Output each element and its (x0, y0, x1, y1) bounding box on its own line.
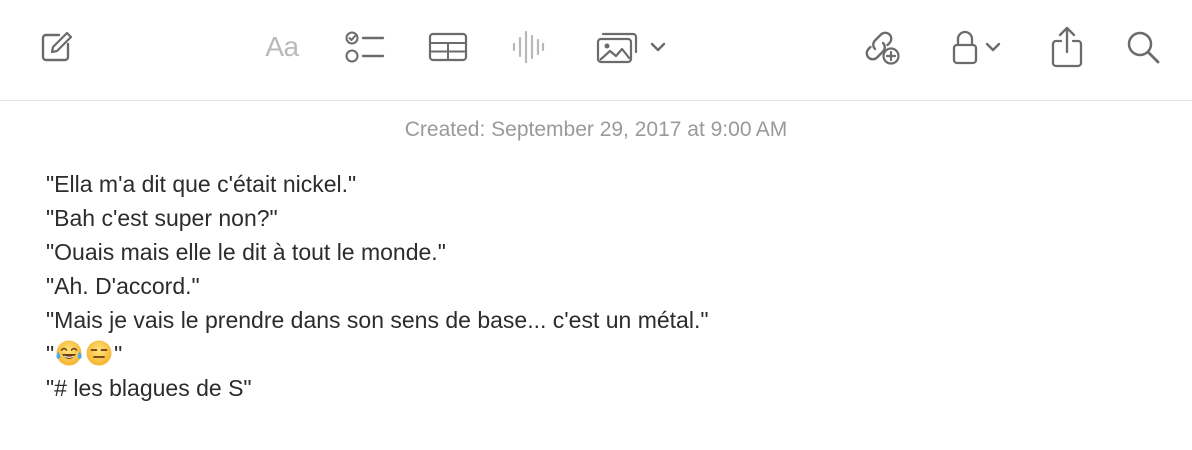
chevron-down-icon (650, 42, 666, 52)
face-with-tears-of-joy-icon (56, 340, 82, 366)
quote-open: " (46, 341, 55, 367)
note-line-emoji: " " (46, 337, 709, 371)
note-line: "Mais je vais le prendre dans son sens d… (46, 307, 709, 333)
media-button[interactable] (592, 25, 672, 69)
note-editor[interactable]: Created: September 29, 2017 at 9:00 AM "… (0, 101, 1192, 450)
compose-button[interactable] (34, 25, 78, 69)
expressionless-face-icon (86, 340, 112, 366)
share-button[interactable] (1046, 25, 1088, 69)
lock-button[interactable] (944, 25, 1010, 69)
chevron-down-icon (985, 42, 1001, 52)
note-line: "Bah c'est super non?" (46, 205, 278, 231)
collaborate-link-icon (865, 31, 900, 65)
created-date: Created: September 29, 2017 at 9:00 AM (404, 118, 788, 141)
quote-close: " (114, 341, 123, 367)
audio-button[interactable] (508, 25, 548, 69)
note-line: "# les blagues de S" (46, 375, 252, 401)
photo-gallery-icon (596, 32, 638, 64)
lock-icon (952, 30, 978, 65)
share-icon (1051, 26, 1083, 68)
table-button[interactable] (426, 25, 470, 69)
checklist-icon (345, 31, 385, 63)
collaborate-button[interactable] (860, 25, 904, 69)
note-line: "Ah. D'accord." (46, 273, 200, 299)
note-body[interactable]: "Ella m'a dit que c'était nickel." "Bah … (46, 167, 709, 405)
compose-icon (41, 31, 73, 62)
format-icon: Aa (265, 31, 299, 62)
audio-waveform-icon (512, 30, 545, 64)
format-button[interactable]: Aa (258, 25, 306, 69)
note-line: "Ouais mais elle le dit à tout le monde.… (46, 239, 446, 265)
search-icon (1127, 31, 1160, 64)
note-line: "Ella m'a dit que c'était nickel." (46, 171, 357, 197)
table-icon (428, 32, 468, 62)
search-button[interactable] (1122, 25, 1164, 69)
toolbar: Aa (0, 0, 1192, 101)
checklist-button[interactable] (342, 25, 386, 69)
